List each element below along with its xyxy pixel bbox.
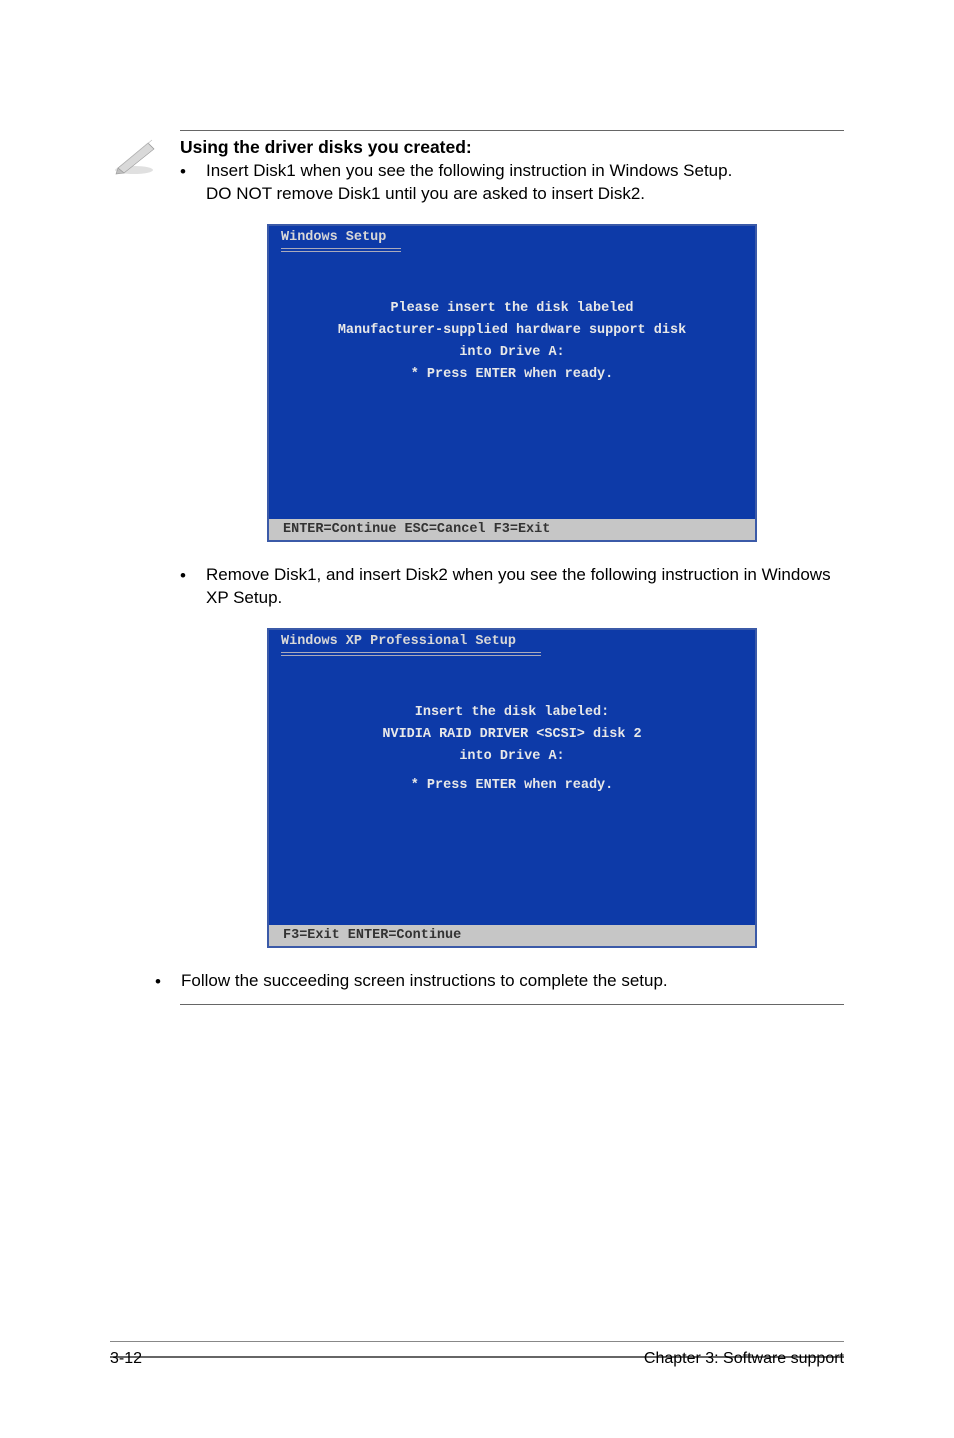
setup-body: Insert the disk labeled: NVIDIA RAID DRI… (269, 656, 755, 925)
bullet1-line2: DO NOT remove Disk1 until you are asked … (206, 184, 645, 203)
setup1-line1: Please insert the disk labeled (289, 301, 735, 316)
bullet-item-3: • Follow the succeeding screen instructi… (155, 970, 844, 994)
note-body: Using the driver disks you created: • In… (180, 130, 844, 1005)
setup-screen-1: Windows Setup Please insert the disk lab… (267, 224, 757, 542)
chapter-label: Chapter 3: Software support (644, 1350, 844, 1368)
setup1-line4: * Press ENTER when ready. (289, 367, 735, 382)
setup-screen-2: Windows XP Professional Setup Insert the… (267, 628, 757, 948)
bullet2-text: Remove Disk1, and insert Disk2 when you … (206, 564, 844, 610)
setup-statusbar: F3=Exit ENTER=Continue (269, 925, 755, 946)
rule-bottom (180, 1004, 844, 1005)
page-number: 3-12 (110, 1350, 142, 1368)
rule-top (180, 130, 844, 131)
page-footer: 3-12 Chapter 3: Software support (110, 1341, 844, 1368)
bullet3-text: Follow the succeeding screen instruction… (181, 970, 844, 994)
pencil-icon (110, 135, 160, 175)
note-section: Using the driver disks you created: • In… (110, 130, 844, 1005)
bullet-item-2: • Remove Disk1, and insert Disk2 when yo… (180, 564, 844, 610)
note-heading: Using the driver disks you created: (180, 137, 844, 158)
bullet1-line1: Insert Disk1 when you see the following … (206, 161, 732, 180)
bullet-dot: • (180, 564, 188, 610)
setup1-line3: into Drive A: (289, 345, 735, 360)
setup-body: Please insert the disk labeled Manufactu… (269, 252, 755, 519)
setup-title: Windows Setup (269, 226, 755, 245)
setup2-line3: into Drive A: (289, 749, 735, 764)
setup2-line2: NVIDIA RAID DRIVER <SCSI> disk 2 (289, 727, 735, 742)
bullet-dot: • (180, 160, 188, 206)
setup1-line2: Manufacturer-supplied hardware support d… (289, 323, 735, 338)
setup2-line1: Insert the disk labeled: (289, 705, 735, 720)
page-content: Using the driver disks you created: • In… (0, 0, 954, 1005)
setup-title: Windows XP Professional Setup (269, 630, 755, 649)
bullet-text: Insert Disk1 when you see the following … (206, 160, 844, 206)
setup-statusbar: ENTER=Continue ESC=Cancel F3=Exit (269, 519, 755, 540)
bullet-dot: • (155, 970, 163, 994)
setup2-line4: * Press ENTER when ready. (289, 778, 735, 793)
bullet-item-1: • Insert Disk1 when you see the followin… (180, 160, 844, 206)
